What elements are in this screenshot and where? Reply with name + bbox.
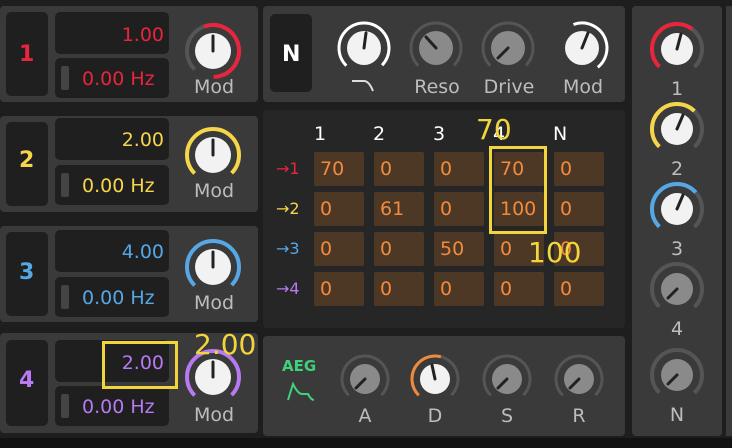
filter-mod-knob[interactable] bbox=[552, 18, 612, 78]
matrix-cell[interactable]: 61 bbox=[374, 192, 424, 226]
bottom-bar bbox=[0, 438, 732, 448]
matrix-cell[interactable]: 0 bbox=[374, 232, 424, 266]
filter-reso-label: Reso bbox=[414, 76, 460, 98]
lfo-hz-slot-1 bbox=[61, 66, 69, 90]
envelope-decay-label: D bbox=[427, 405, 443, 427]
filter-drive-label: Drive bbox=[483, 76, 535, 98]
matrix-cell[interactable]: 0 bbox=[494, 272, 544, 306]
amount-knob-1[interactable] bbox=[648, 20, 706, 78]
filter-reso-knob[interactable] bbox=[406, 18, 466, 78]
amount-label-n: N bbox=[669, 404, 685, 426]
amount-label-3: 3 bbox=[670, 238, 684, 260]
matrix-cell[interactable]: 0 bbox=[314, 192, 364, 226]
matrix-col-header-2: 2 bbox=[373, 123, 386, 145]
envelope-label: AEG bbox=[282, 357, 317, 375]
amount-knob-3[interactable] bbox=[648, 180, 706, 238]
filter-cutoff-knob[interactable] bbox=[334, 18, 394, 78]
lfo-hz-slot-2 bbox=[61, 173, 69, 197]
matrix-row-label-2: →2 bbox=[276, 199, 300, 218]
lfo-number-4: 4 bbox=[19, 368, 35, 393]
matrix-row-label-4: →4 bbox=[276, 279, 300, 298]
lfo-rate-value-2: 2.00 bbox=[121, 129, 164, 151]
lfo-mod-label-1: Mod bbox=[193, 76, 235, 98]
lfo-mod-knob-1[interactable] bbox=[182, 20, 244, 82]
matrix-col-header-3: 3 bbox=[433, 123, 446, 145]
matrix-col-header-1: 1 bbox=[314, 123, 327, 145]
amount-label-1: 1 bbox=[670, 78, 684, 100]
filter-type-label: N bbox=[282, 42, 301, 67]
lfo-mod-label-4: Mod bbox=[193, 404, 235, 426]
envelope-attack-label: A bbox=[358, 405, 372, 427]
lfo-hz-value-3: 0.00 Hz bbox=[82, 287, 155, 309]
envelope-sustain-knob[interactable] bbox=[480, 352, 534, 406]
matrix-cell[interactable]: 0 bbox=[434, 192, 484, 226]
matrix-cell[interactable]: 0 bbox=[314, 232, 364, 266]
lfo-rate-value-1: 1.00 bbox=[121, 24, 164, 46]
lfo-mod-label-3: Mod bbox=[193, 292, 235, 314]
matrix-cell[interactable]: 0 bbox=[374, 152, 424, 186]
matrix-cell[interactable]: 0 bbox=[314, 272, 364, 306]
matrix-row-label-1: →1 bbox=[276, 159, 300, 178]
annotation-label-lfo4: 2.00 bbox=[194, 328, 257, 361]
matrix-col-header-n: N bbox=[553, 123, 568, 145]
envelope-attack-knob[interactable] bbox=[338, 352, 392, 406]
matrix-cell[interactable]: 0 bbox=[434, 152, 484, 186]
lfo-hz-value-2: 0.00 Hz bbox=[82, 175, 155, 197]
amount-knob-n[interactable] bbox=[648, 346, 706, 404]
envelope-release-label: R bbox=[572, 405, 586, 427]
lfo-mod-label-2: Mod bbox=[193, 180, 235, 202]
annotation-label-matrix-top: 70 bbox=[476, 113, 512, 146]
annotation-box-lfo4 bbox=[102, 341, 178, 389]
envelope-curve-icon bbox=[287, 381, 315, 401]
matrix-cell[interactable]: 0 bbox=[374, 272, 424, 306]
matrix-cell[interactable]: 0 bbox=[554, 152, 604, 186]
lfo-mod-knob-2[interactable] bbox=[182, 124, 244, 186]
lfo-mod-knob-3[interactable] bbox=[182, 236, 244, 298]
lfo-hz-slot-3 bbox=[61, 285, 69, 309]
lfo-rate-value-3: 4.00 bbox=[121, 241, 164, 263]
lfo-number-3: 3 bbox=[19, 260, 35, 285]
matrix-cell[interactable]: 0 bbox=[434, 272, 484, 306]
lfo-hz-value-4: 0.00 Hz bbox=[82, 396, 155, 418]
amount-label-2: 2 bbox=[670, 158, 684, 180]
matrix-cell[interactable]: 0 bbox=[554, 192, 604, 226]
envelope-sustain-label: S bbox=[500, 405, 514, 427]
envelope-release-knob[interactable] bbox=[552, 352, 606, 406]
matrix-cell[interactable]: 70 bbox=[314, 152, 364, 186]
annotation-label-matrix-bottom: 100 bbox=[528, 236, 582, 269]
lfo-hz-value-1: 0.00 Hz bbox=[82, 68, 155, 90]
filter-drive-knob[interactable] bbox=[478, 18, 538, 78]
amount-knob-2[interactable] bbox=[648, 100, 706, 158]
right-edge-panel bbox=[726, 6, 732, 436]
filter-mod-label: Mod bbox=[562, 76, 604, 98]
annotation-box-matrix bbox=[489, 146, 547, 234]
lfo-hz-slot-4 bbox=[61, 394, 69, 418]
matrix-cell[interactable]: 0 bbox=[554, 272, 604, 306]
matrix-cell[interactable]: 50 bbox=[434, 232, 484, 266]
lfo-number-2: 2 bbox=[19, 148, 35, 173]
lowpass-slope-icon bbox=[352, 80, 374, 92]
envelope-decay-knob[interactable] bbox=[408, 352, 462, 406]
amount-label-4: 4 bbox=[670, 318, 684, 340]
lfo-number-1: 1 bbox=[19, 42, 35, 67]
matrix-row-label-3: →3 bbox=[276, 239, 300, 258]
amount-knob-4[interactable] bbox=[648, 260, 706, 318]
